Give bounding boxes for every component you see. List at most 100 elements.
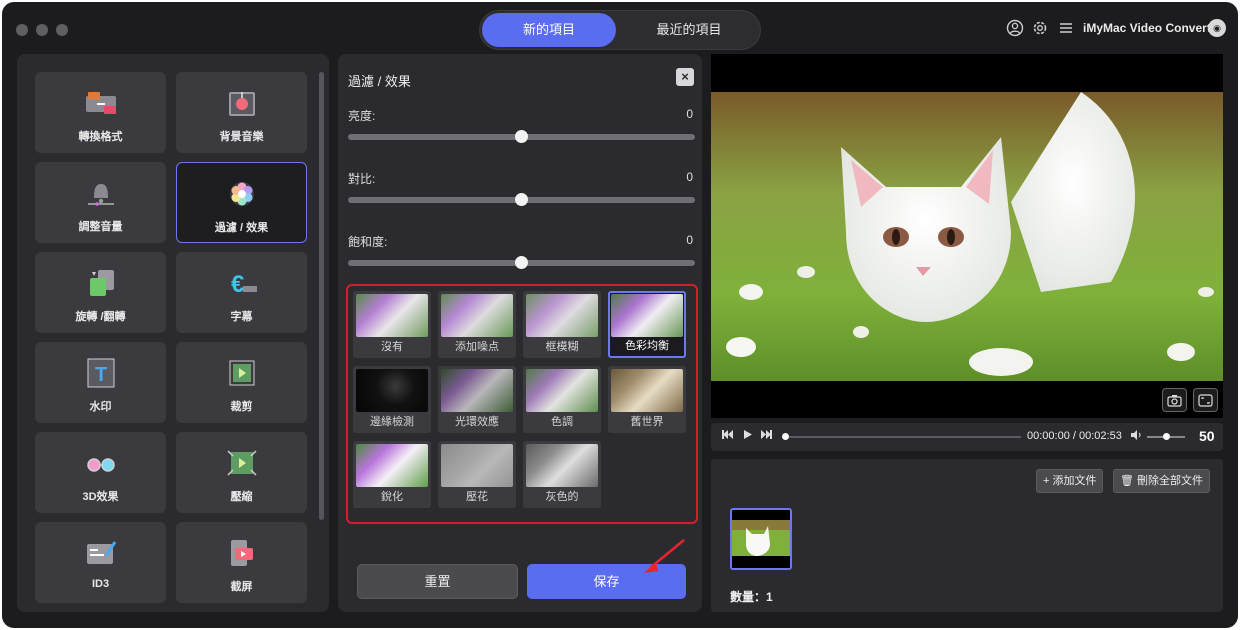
- skip-back-icon[interactable]: [722, 429, 733, 443]
- effects-grid: 沒有 添加噪点 框模糊 色彩均衡 邊緣檢測 光環效應 色調 舊世界 銳化 壓花 …: [346, 284, 698, 524]
- effect-grayscale[interactable]: 灰色的: [523, 441, 601, 508]
- effect-label: 色彩均衡: [625, 340, 669, 352]
- close-panel-button[interactable]: ×: [676, 68, 694, 86]
- effect-box-blur[interactable]: 框模糊: [523, 291, 601, 358]
- tool-label: 壓縮: [230, 491, 253, 503]
- effect-sharpen[interactable]: 銳化: [353, 441, 431, 508]
- pointer-arrow-annotation: [644, 539, 685, 573]
- tool-label: 裁剪: [230, 401, 253, 413]
- tool-crop[interactable]: 裁剪: [176, 342, 307, 423]
- saturation-label: 飽和度:: [348, 235, 388, 249]
- effect-thumbnail: [441, 294, 513, 337]
- volume-adjust-icon: [84, 178, 118, 208]
- effect-label: 色調: [551, 416, 573, 428]
- panel-title: 過濾 / 效果: [348, 74, 411, 89]
- tool-filter-effect[interactable]: 過濾 / 效果: [176, 162, 307, 243]
- skip-forward-icon[interactable]: [761, 429, 772, 443]
- effect-none[interactable]: 沒有: [353, 291, 431, 358]
- delete-all-files-button[interactable]: 🗑 刪除全部文件: [1113, 469, 1211, 493]
- brightness-slider[interactable]: [348, 130, 695, 143]
- svg-text:T: T: [95, 364, 107, 386]
- brand-name: iMyMac Video Converter: [1083, 21, 1223, 35]
- tool-watermark[interactable]: T 水印: [35, 342, 166, 423]
- tab-recent-projects[interactable]: 最近的項目: [620, 13, 758, 47]
- tool-volume[interactable]: 調整音量: [35, 162, 166, 243]
- progress-knob[interactable]: [782, 433, 789, 440]
- saturation-slider[interactable]: [348, 256, 695, 269]
- fullscreen-icon[interactable]: [1193, 388, 1218, 412]
- tool-label: 截屏: [230, 581, 253, 593]
- file-count: 數量：1: [730, 588, 773, 605]
- rotate-flip-icon: [84, 268, 118, 298]
- compress-icon: [225, 448, 259, 478]
- convert-format-icon: [84, 88, 118, 118]
- effect-label: 光環效應: [455, 416, 499, 428]
- filter-effect-icon: [225, 179, 259, 209]
- tool-label: 字幕: [230, 311, 253, 323]
- effect-thumbnail: [356, 294, 428, 337]
- tab-new-project[interactable]: 新的項目: [482, 13, 616, 47]
- effect-thumbnail: [611, 294, 683, 337]
- effect-edge-detect[interactable]: 邊緣檢測: [353, 366, 431, 433]
- tool-rotate-flip[interactable]: 旋轉 /翻轉: [35, 252, 166, 333]
- brightness-value: 0: [686, 107, 693, 121]
- playback-controls: 00:00:00 / 00:02:53 50: [711, 423, 1223, 451]
- camera-icon[interactable]: [1162, 388, 1187, 412]
- slider-knob[interactable]: [515, 130, 528, 143]
- effect-label: 框模糊: [545, 341, 579, 353]
- effect-add-noise[interactable]: 添加噪点: [438, 291, 516, 358]
- effect-color-balance[interactable]: 色彩均衡: [608, 291, 686, 358]
- project-tabs: 新的項目 最近的項目: [479, 10, 761, 50]
- tool-sidebar: 轉換格式 背景音樂 調整音量 過濾 / 效果 旋轉 /翻轉 € 字幕 T 水印 …: [17, 54, 329, 612]
- trash-icon: 🗑: [1120, 475, 1138, 487]
- volume-icon[interactable]: [1130, 429, 1142, 444]
- volume-slider[interactable]: [1147, 433, 1185, 440]
- tool-convert-format[interactable]: 轉換格式: [35, 72, 166, 153]
- effect-old-world[interactable]: 舊世界: [608, 366, 686, 433]
- brightness-label: 亮度:: [348, 109, 376, 123]
- slider-knob[interactable]: [515, 193, 528, 206]
- effect-label: 灰色的: [545, 491, 579, 503]
- tool-subtitle[interactable]: € 字幕: [176, 252, 307, 333]
- volume-knob[interactable]: [1163, 433, 1170, 440]
- watermark-icon: T: [84, 358, 118, 388]
- contrast-label: 對比:: [348, 172, 376, 186]
- minimize-window-button[interactable]: [36, 24, 48, 36]
- tool-label: 過濾 / 效果: [214, 222, 269, 234]
- id3-tag-icon: [84, 538, 118, 568]
- contrast-slider[interactable]: [348, 193, 695, 206]
- tool-screenshot[interactable]: 截屏: [176, 522, 307, 603]
- effect-halo[interactable]: 光環效應: [438, 366, 516, 433]
- tool-label: 3D效果: [82, 491, 119, 503]
- add-file-button[interactable]: + 添加文件: [1036, 469, 1104, 493]
- tool-background-music[interactable]: 背景音樂: [176, 72, 307, 153]
- tool-compress[interactable]: 壓縮: [176, 432, 307, 513]
- effect-thumbnail: [611, 369, 683, 412]
- close-window-button[interactable]: [16, 24, 28, 36]
- effect-tone[interactable]: 色調: [523, 366, 601, 433]
- volume-value: 50: [1199, 428, 1215, 444]
- effect-emboss[interactable]: 壓花: [438, 441, 516, 508]
- slider-knob[interactable]: [515, 256, 528, 269]
- app-window: 新的項目 最近的項目 iMyMac Video Converter ◉ 轉換格式…: [2, 2, 1238, 628]
- file-thumbnail[interactable]: [730, 508, 792, 570]
- gear-icon[interactable]: [1031, 19, 1049, 37]
- menu-icon[interactable]: [1057, 19, 1075, 37]
- user-icon[interactable]: [1006, 19, 1024, 37]
- sidebar-scrollbar[interactable]: [319, 72, 324, 520]
- effect-thumbnail: [441, 444, 513, 487]
- play-icon[interactable]: [742, 429, 753, 443]
- tool-label: 旋轉 /翻轉: [75, 311, 126, 323]
- effect-thumbnail: [526, 444, 598, 487]
- zoom-window-button[interactable]: [56, 24, 68, 36]
- effect-label: 舊世界: [630, 416, 664, 428]
- tool-label: 調整音量: [78, 221, 123, 233]
- reset-button[interactable]: 重置: [357, 564, 518, 599]
- effect-thumbnail: [356, 444, 428, 487]
- tool-id3[interactable]: ID3: [35, 522, 166, 603]
- progress-bar[interactable]: [782, 433, 1021, 440]
- svg-text:€: €: [231, 271, 244, 298]
- tool-3d-effect[interactable]: 3D效果: [35, 432, 166, 513]
- effect-label: 邊緣檢測: [370, 416, 414, 428]
- effect-label: 壓花: [466, 491, 488, 503]
